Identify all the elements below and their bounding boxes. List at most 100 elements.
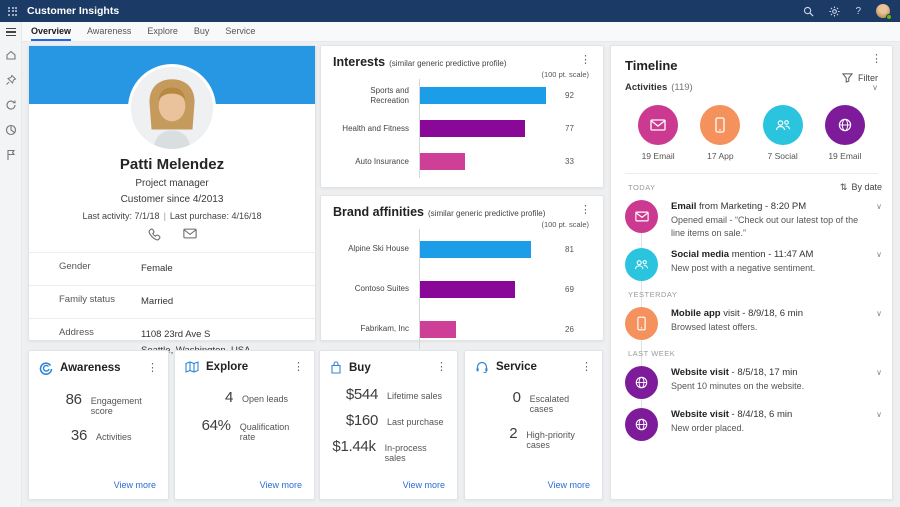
hamburger-menu-icon[interactable] xyxy=(6,28,16,36)
customer-name: Patti Melendez xyxy=(29,156,315,173)
timeline-entry-website-1[interactable]: Website visit - 8/5/18, 17 min Spent 10 … xyxy=(625,366,882,399)
home-icon[interactable] xyxy=(5,49,17,61)
customer-profile-card: Patti Melendez Project manager Customer … xyxy=(28,45,316,341)
chevron-down-icon[interactable]: ∨ xyxy=(876,410,882,419)
stat-value: $1.44k xyxy=(330,438,376,455)
more-options-icon[interactable]: ⋮ xyxy=(147,363,158,374)
timeline-card: Timeline ⋮ Filter Activities (119) ∨ 19 … xyxy=(610,45,893,500)
summary-email[interactable]: 19 Email xyxy=(627,105,689,161)
entry-description: New post with a negative sentiment. xyxy=(671,262,861,275)
pie-chart-icon[interactable] xyxy=(5,124,17,136)
stat-row: $1.44kIn-process sales xyxy=(330,438,447,463)
tab-overview[interactable]: Overview xyxy=(31,22,71,41)
stat-row: $544Lifetime sales xyxy=(330,386,447,403)
bar[interactable] xyxy=(420,281,515,298)
stat-value: $160 xyxy=(330,412,378,429)
chevron-down-icon[interactable]: ∨ xyxy=(876,250,882,259)
tab-explore[interactable]: Explore xyxy=(147,22,178,41)
search-icon[interactable] xyxy=(803,6,814,17)
summary-label: 7 Social xyxy=(768,151,798,161)
sort-by-date[interactable]: ⇅By date xyxy=(840,182,882,193)
chevron-down-icon[interactable]: ∨ xyxy=(876,309,882,318)
map-icon xyxy=(185,361,199,373)
stat-value: 0 xyxy=(475,389,521,406)
card-title: Service xyxy=(496,361,537,373)
bar-chart-brand-affinities: Alpine Ski House 81 Contoso Suites 69 Fa… xyxy=(333,229,591,349)
envelope-icon xyxy=(638,105,678,145)
phone-icon[interactable] xyxy=(148,228,161,241)
more-options-icon[interactable]: ⋮ xyxy=(581,362,592,373)
user-avatar[interactable] xyxy=(876,4,890,18)
envelope-icon[interactable] xyxy=(183,228,197,241)
stat-row: 36Activities xyxy=(39,427,158,444)
more-options-icon[interactable]: ⋮ xyxy=(293,362,304,373)
filter-button[interactable]: Filter xyxy=(842,73,878,83)
timeline-entry-social[interactable]: Social media mention - 11:47 AM New post… xyxy=(625,248,882,281)
globe-icon xyxy=(825,105,865,145)
bar-value: 77 xyxy=(565,124,574,133)
scale-note: (100 pt. scale) xyxy=(333,220,589,229)
explore-kpi-card: Explore ⋮ 4Open leads 64%Qualification r… xyxy=(174,350,315,500)
stat-row: $160Last purchase xyxy=(330,412,447,429)
bar[interactable] xyxy=(420,153,465,170)
megaphone-icon xyxy=(39,361,53,375)
bar[interactable] xyxy=(420,87,546,104)
customer-since: Customer since 4/2013 xyxy=(29,194,315,205)
entry-description: Spent 10 minutes on the website. xyxy=(671,380,861,393)
service-kpi-card: Service ⋮ 0Escalated cases 2High-priorit… xyxy=(464,350,603,500)
chevron-down-icon[interactable]: ∨ xyxy=(872,83,878,92)
last-purchase: Last purchase: 4/16/18 xyxy=(170,211,262,221)
bar-value: 69 xyxy=(565,285,574,294)
stat-label: High-priority cases xyxy=(526,430,592,450)
globe-icon xyxy=(625,366,658,399)
view-more-link[interactable]: View more xyxy=(548,480,590,490)
view-more-link[interactable]: View more xyxy=(114,480,156,490)
bar[interactable] xyxy=(420,321,456,338)
timeline-entry-mobile-app[interactable]: Mobile app visit - 8/9/18, 6 min Browsed… xyxy=(625,307,882,340)
gear-icon[interactable] xyxy=(829,6,840,17)
field-label: Family status xyxy=(59,294,141,310)
card-title: Explore xyxy=(206,361,248,373)
view-more-link[interactable]: View more xyxy=(260,480,302,490)
timeline-entry-email[interactable]: Email from Marketing - 8:20 PM Opened em… xyxy=(625,200,882,239)
timeline-entry-website-2[interactable]: Website visit - 8/4/18, 6 min New order … xyxy=(625,408,882,441)
summary-app[interactable]: 17 App xyxy=(689,105,751,161)
bar[interactable] xyxy=(420,241,531,258)
tab-service[interactable]: Service xyxy=(225,22,255,41)
more-options-icon[interactable]: ⋮ xyxy=(871,54,882,65)
stat-label: Engagement score xyxy=(91,396,158,416)
chevron-down-icon[interactable]: ∨ xyxy=(876,202,882,211)
help-icon[interactable]: ? xyxy=(855,6,861,17)
more-options-icon[interactable]: ⋮ xyxy=(436,362,447,373)
left-rail xyxy=(0,22,22,507)
bar-label: Auto Insurance xyxy=(333,157,419,167)
mobile-icon xyxy=(625,307,658,340)
stat-row: 64%Qualification rate xyxy=(185,417,304,442)
waffle-icon[interactable] xyxy=(8,7,17,16)
chevron-down-icon[interactable]: ∨ xyxy=(876,368,882,377)
scale-note: (100 pt. scale) xyxy=(333,70,589,79)
summary-label: 19 Email xyxy=(828,151,861,161)
bar-row: Sports and Recreation 92 xyxy=(333,79,591,112)
bar-chart-interests: Sports and Recreation 92 Health and Fitn… xyxy=(333,79,591,178)
bar[interactable] xyxy=(420,120,525,137)
flag-icon[interactable] xyxy=(6,149,16,161)
stat-label: Escalated cases xyxy=(530,394,592,414)
entry-meta: from Marketing - 8:20 PM xyxy=(696,201,806,212)
refresh-icon[interactable] xyxy=(5,99,17,111)
funnel-icon xyxy=(842,73,853,83)
view-more-link[interactable]: View more xyxy=(403,480,445,490)
bar-row: Auto Insurance 33 xyxy=(333,145,591,178)
pin-icon[interactable] xyxy=(5,74,17,86)
stat-value: 64% xyxy=(185,417,231,434)
summary-web[interactable]: 19 Email xyxy=(814,105,876,161)
address-line-1: 1108 23rd Ave S xyxy=(141,327,250,343)
summary-social[interactable]: 7 Social xyxy=(752,105,814,161)
tab-buy[interactable]: Buy xyxy=(194,22,210,41)
last-activity: Last activity: 7/1/18 xyxy=(83,211,160,221)
stat-value: 86 xyxy=(39,391,82,408)
tab-awareness[interactable]: Awareness xyxy=(87,22,131,41)
more-options-icon[interactable]: ⋮ xyxy=(580,205,591,216)
more-options-icon[interactable]: ⋮ xyxy=(580,55,591,66)
field-row-gender: Gender Female xyxy=(29,252,315,285)
